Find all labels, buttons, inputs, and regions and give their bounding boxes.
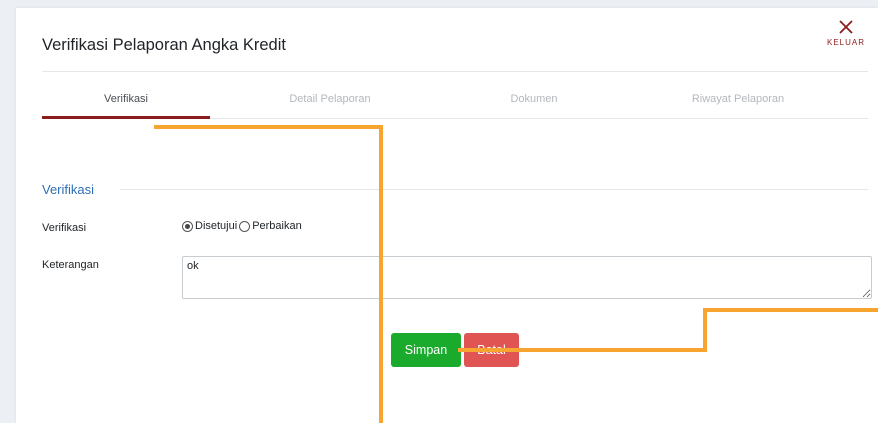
close-label: KELUAR xyxy=(826,38,865,47)
close-button[interactable]: KELUAR xyxy=(822,20,870,62)
verification-modal: Verifikasi Pelaporan Angka Kredit KELUAR… xyxy=(16,8,878,423)
radio-perbaikan[interactable]: Perbaikan xyxy=(239,220,302,232)
close-icon xyxy=(839,20,853,34)
section-title: Verifikasi xyxy=(42,182,95,197)
keterangan-textarea[interactable]: ok xyxy=(182,256,872,299)
cancel-button[interactable]: Batal xyxy=(464,333,519,367)
tab-riwayat-pelaporan[interactable]: Riwayat Pelaporan xyxy=(654,90,822,118)
radio-disetujui-input[interactable] xyxy=(182,220,193,232)
radio-disetujui-label: Disetujui xyxy=(195,220,238,232)
radio-disetujui[interactable]: Disetujui xyxy=(182,220,237,232)
save-button[interactable]: Simpan xyxy=(391,333,461,367)
tab-bar: Verifikasi Detail Pelaporan Dokumen Riwa… xyxy=(42,90,868,119)
keterangan-label: Keterangan xyxy=(42,259,99,271)
tab-dokumen[interactable]: Dokumen xyxy=(450,90,618,118)
section-divider xyxy=(120,189,868,190)
header-divider xyxy=(42,71,868,72)
tab-verifikasi[interactable]: Verifikasi xyxy=(42,90,210,119)
radio-perbaikan-input[interactable] xyxy=(239,220,251,232)
tab-detail-pelaporan[interactable]: Detail Pelaporan xyxy=(246,90,414,118)
radio-perbaikan-label: Perbaikan xyxy=(252,220,302,232)
modal-title: Verifikasi Pelaporan Angka Kredit xyxy=(42,36,286,54)
verifikasi-radio-group: Disetujui Perbaikan xyxy=(182,220,304,232)
verifikasi-label: Verifikasi xyxy=(42,222,87,234)
